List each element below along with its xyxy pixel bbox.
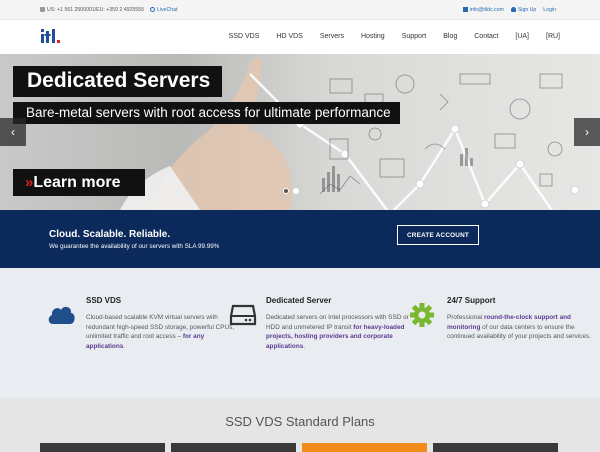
sla-banner: Cloud. Scalable. Reliable. We guarantee … [0, 210, 600, 268]
itl-logo[interactable] [40, 28, 62, 44]
nav-contact[interactable]: Contact [474, 33, 498, 40]
nav-lang-ru[interactable]: [RU] [546, 33, 560, 40]
nav-hd-vds[interactable]: HD VDS [276, 33, 302, 40]
chevron-left-icon: ‹ [11, 125, 15, 139]
hero-title: Dedicated Servers [13, 66, 223, 97]
gear-icon [410, 303, 434, 327]
nav-ssd-vds[interactable]: SSD VDS [229, 33, 260, 40]
hero-subtitle: Bare-metal servers with root access for … [13, 102, 400, 124]
feature-title: 24/7 Support [447, 296, 496, 305]
plans-title: SSD VDS Standard Plans [225, 414, 375, 429]
feature-dedicated-server: Dedicated Server Dedicated servers on In… [229, 296, 416, 351]
slider-dot-1[interactable] [283, 188, 289, 194]
learn-more-button[interactable]: » Learn more [13, 169, 145, 196]
login-link[interactable]: Login [543, 7, 556, 13]
feature-text: Professional round-the-clock support and… [447, 314, 591, 341]
plan-card-3[interactable] [302, 443, 427, 452]
features-section: SSD VDS Cloud-based scalable KVM virtual… [0, 268, 600, 398]
plans-section: SSD VDS Standard Plans [0, 398, 600, 452]
slider-dots [283, 188, 299, 194]
nav-support[interactable]: Support [402, 33, 427, 40]
chevron-right-icon: › [585, 125, 589, 139]
top-bar: US: +1 561 2500001/EU: +359 2 4925555 Li… [0, 0, 600, 20]
plan-card-1[interactable] [40, 443, 165, 452]
plan-card-2[interactable] [171, 443, 296, 452]
server-icon [229, 304, 257, 326]
nav-hosting[interactable]: Hosting [361, 33, 385, 40]
main-header: SSD VDS HD VDS Servers Hosting Support B… [0, 20, 600, 54]
nav-lang-ua[interactable]: [UA] [515, 33, 529, 40]
feature-title: Dedicated Server [266, 296, 332, 305]
slider-prev-button[interactable]: ‹ [0, 118, 26, 146]
phone-icon [40, 7, 45, 12]
feature-text: Cloud-based scalable KVM virtual servers… [86, 314, 235, 350]
create-account-button[interactable]: CREATE ACCOUNT [397, 225, 479, 245]
hero-slider: Dedicated Servers Bare-metal servers wit… [0, 54, 600, 210]
slider-next-button[interactable]: › [574, 118, 600, 146]
user-icon [510, 7, 516, 12]
phone-info: US: +1 561 2500001/EU: +359 2 4925555 [40, 7, 144, 13]
banner-headline: Cloud. Scalable. Reliable. [49, 229, 171, 240]
main-nav: SSD VDS HD VDS Servers Hosting Support B… [212, 33, 560, 40]
feature-text: Dedicated servers on Intel processors wi… [266, 314, 409, 350]
feature-ssd-vds: SSD VDS Cloud-based scalable KVM virtual… [48, 296, 236, 351]
banner-subline: We guarantee the availability of our ser… [49, 243, 220, 250]
livechat-link[interactable]: LiveChat [149, 7, 177, 13]
feature-support: 24/7 Support Professional round-the-cloc… [410, 296, 597, 342]
signup-link[interactable]: Sign Up [510, 7, 536, 13]
nav-blog[interactable]: Blog [443, 33, 457, 40]
double-chevron-right-icon: » [25, 174, 34, 191]
learn-more-label: Learn more [33, 173, 121, 191]
chat-icon [149, 7, 155, 12]
feature-title: SSD VDS [86, 296, 122, 305]
cloud-icon [48, 306, 75, 324]
plan-card-4[interactable] [433, 443, 558, 452]
nav-servers[interactable]: Servers [320, 33, 344, 40]
envelope-icon [462, 7, 468, 12]
email-link[interactable]: info@itldc.com [462, 7, 504, 13]
slider-dot-2[interactable] [293, 188, 299, 194]
